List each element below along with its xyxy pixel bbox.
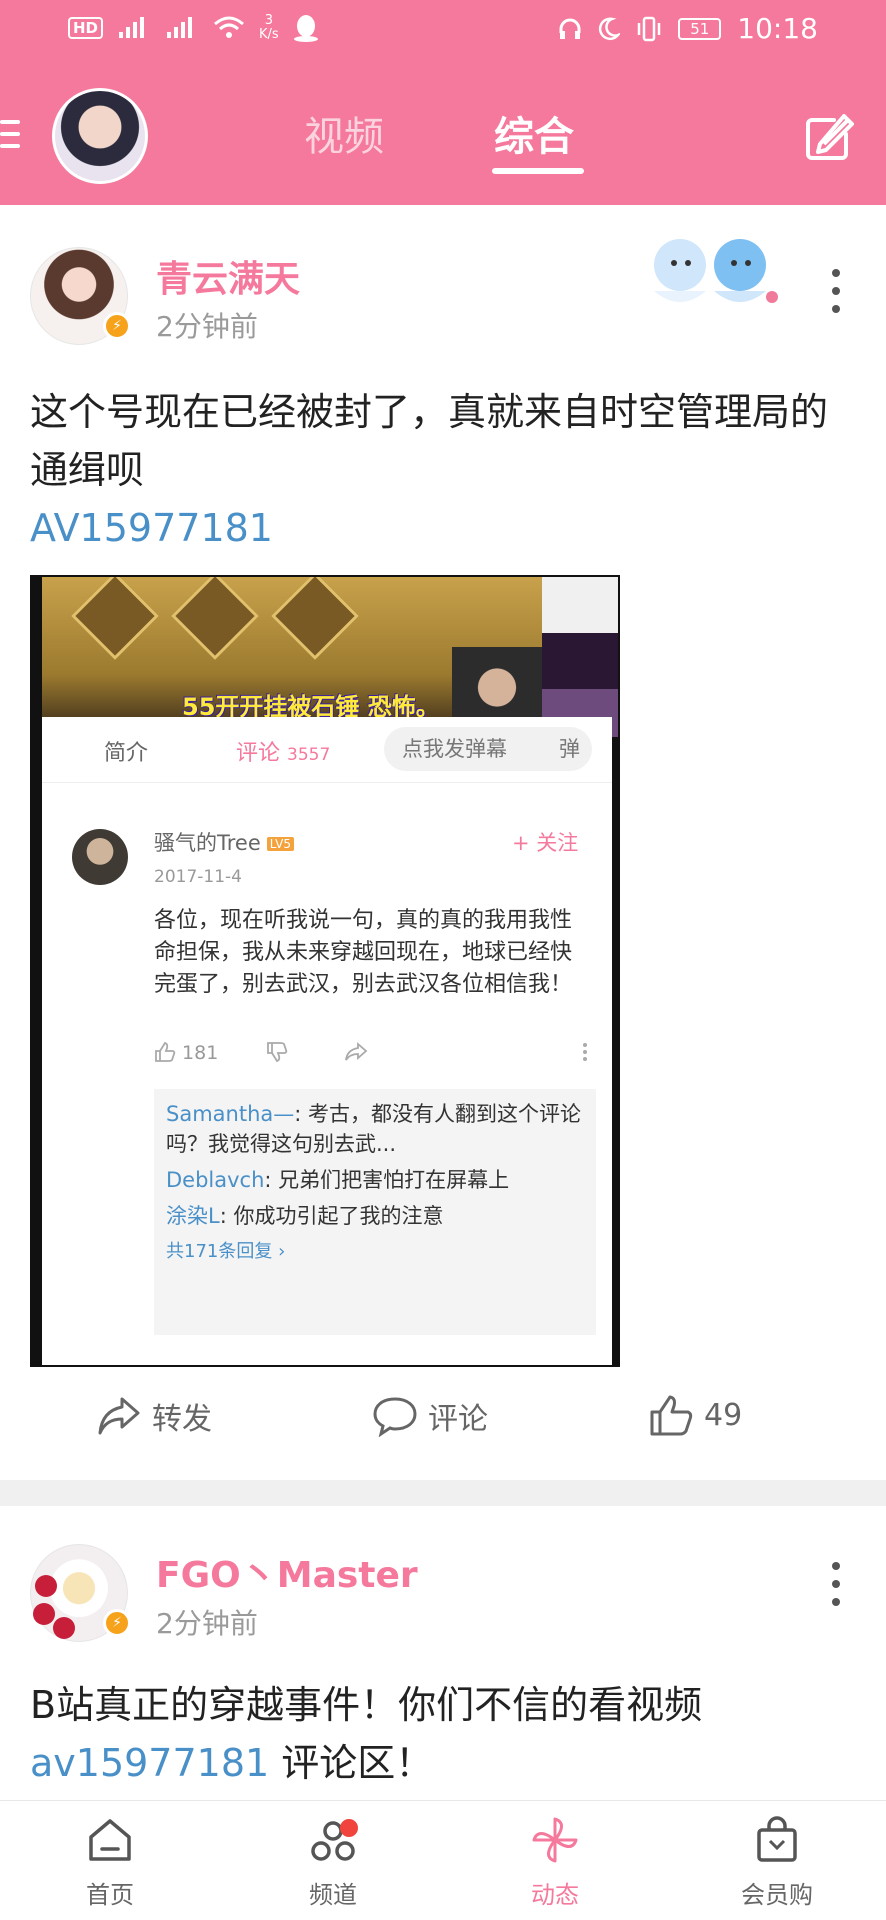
- feed-post: ⚡ FGO丶Master 2分钟前 B站真正的穿越事件！你们不信的看视频 av1…: [0, 1506, 886, 1802]
- comment-date: 2017-11-4: [154, 867, 242, 887]
- comment-icon: [373, 1397, 417, 1437]
- user-avatar[interactable]: [52, 88, 148, 184]
- thumb-up-icon: [155, 1041, 176, 1062]
- comment-body: 各位，现在听我说一句，真的真的我用我性命担保，我从未来穿越回现在，地球已经快完蛋…: [154, 908, 573, 997]
- thumb-down-icon: [267, 1042, 288, 1062]
- status-left: HD 3 K/s: [68, 14, 319, 42]
- headphones-icon: [559, 18, 581, 39]
- pinwheel-icon: [532, 1817, 578, 1863]
- rose-decoration: [33, 1603, 55, 1625]
- moon-icon: [599, 17, 621, 40]
- reply-box: Samantha—: 考古，都没有人翻到这个评论吗？我觉得这句别去武... De…: [154, 1089, 596, 1335]
- comment-like: 181: [154, 1041, 218, 1064]
- feed-divider: [0, 1480, 886, 1506]
- wifi-icon: [214, 16, 244, 38]
- notification-dot: [340, 1819, 358, 1837]
- nav-channel[interactable]: 频道: [268, 1815, 398, 1910]
- rose-decoration: [53, 1617, 75, 1639]
- comment-button[interactable]: 评论: [372, 1394, 488, 1438]
- status-right: 51 10:18: [558, 12, 818, 45]
- vibrate-icon: [637, 16, 661, 41]
- nav-home[interactable]: 首页: [45, 1815, 175, 1910]
- more-options-icon[interactable]: [830, 1562, 842, 1606]
- comment-actions: 181: [154, 1041, 594, 1072]
- post-text: 这个号现在已经被封了，真就来自时空管理局的通缉呗 AV15977181: [30, 390, 829, 550]
- post-time: 2分钟前: [156, 310, 258, 343]
- reply-item: Deblavch: 兄弟们把害怕打在屏幕上: [166, 1168, 510, 1192]
- nav-dynamic[interactable]: 动态: [490, 1815, 620, 1910]
- more-options-icon[interactable]: [830, 269, 842, 313]
- comment-avatar: [72, 829, 128, 885]
- comment-more-icon: [583, 1043, 587, 1061]
- post-time: 2分钟前: [156, 1607, 258, 1640]
- tab-intro: 简介: [104, 741, 149, 766]
- rank-emblem-icon: [171, 577, 259, 660]
- forward-icon: [98, 1397, 140, 1435]
- reply-item: Samantha—: 考古，都没有人翻到这个评论吗？我觉得这句别去武...: [166, 1102, 581, 1156]
- active-tab-indicator: [492, 168, 584, 174]
- comment-panel: 简介 评论 3557 点我发弹幕 弹 骚气的Tree LV5 + 关注 2017-…: [42, 717, 612, 1365]
- follow-label: + 关注: [512, 831, 579, 855]
- tab-all[interactable]: 综合: [494, 104, 574, 162]
- edit-icon[interactable]: [804, 114, 854, 162]
- comment-username: 骚气的Tree LV5: [154, 827, 294, 857]
- post-actions: 转发 评论 49: [0, 1380, 886, 1450]
- post-avatar[interactable]: ⚡: [30, 247, 131, 345]
- verified-badge-icon: ⚡: [103, 1609, 131, 1637]
- reply-item: 涂染L: 你成功引起了我的注意: [166, 1204, 444, 1228]
- menu-icon[interactable]: [0, 120, 20, 150]
- share-icon: [345, 1042, 368, 1061]
- post-username[interactable]: 青云满天: [156, 250, 300, 302]
- thumb-up-icon: [650, 1395, 693, 1436]
- post-username[interactable]: FGO丶Master: [156, 1546, 418, 1598]
- feed-post: ⚡ 青云满天 2分钟前 这个号现在已经被封了，真就来自时空管理局的通缉呗 AV1…: [0, 205, 886, 1480]
- reply-count: 共171条回复 ›: [166, 1241, 286, 1262]
- like-button[interactable]: 49: [648, 1394, 742, 1436]
- post-text: B站真正的穿越事件！你们不信的看视频 av15977181 评论区！: [30, 1683, 703, 1785]
- post-image[interactable]: 55开开挂被石锤 恐怖。 简介 评论 3557 点我发弹幕 弹 骚气的Tree L…: [30, 575, 620, 1367]
- tab-video[interactable]: 视频: [304, 104, 384, 162]
- top-header: HD 3 K/s 51 10:18 视频 综合: [0, 0, 886, 205]
- video-link[interactable]: AV15977181: [30, 506, 273, 550]
- verified-badge-icon: ⚡: [103, 312, 131, 340]
- signal-icon: [119, 17, 145, 38]
- danmu-toggle: 弹: [559, 737, 580, 761]
- clock: 10:18: [737, 12, 818, 45]
- qq-penguin-icon: [293, 15, 318, 42]
- rank-emblem-icon: [71, 577, 159, 660]
- signal-icon-2: [167, 17, 193, 38]
- danmu-input: 点我发弹幕 弹: [384, 727, 592, 771]
- bottom-nav: 首页 频道 动态 会员购: [0, 1800, 886, 1920]
- panel-tabs: 简介 评论 3557 点我发弹幕 弹: [42, 717, 612, 783]
- nav-vip-shop[interactable]: 会员购: [712, 1815, 842, 1910]
- home-icon: [89, 1819, 131, 1861]
- top-nav: 视频 综合: [0, 62, 886, 205]
- video-frame: 55开开挂被石锤 恐怖。: [42, 577, 618, 737]
- level-badge: LV5: [266, 837, 294, 851]
- tab-comments: 评论 3557: [236, 741, 331, 766]
- video-side-panel: [542, 577, 618, 737]
- rose-decoration: [35, 1575, 57, 1597]
- status-bar: HD 3 K/s 51 10:18: [0, 0, 886, 62]
- rank-emblem-icon: [271, 577, 359, 660]
- net-speed: 3 K/s: [259, 13, 279, 42]
- battery-indicator: 51: [678, 17, 722, 40]
- video-link[interactable]: av15977181: [30, 1741, 269, 1785]
- hd-indicator: HD: [68, 17, 104, 39]
- mascot-decoration-icon: [654, 239, 778, 303]
- forward-button[interactable]: 转发: [96, 1394, 212, 1438]
- shopping-bag-icon: [757, 1816, 797, 1862]
- post-avatar[interactable]: ⚡: [30, 1544, 131, 1642]
